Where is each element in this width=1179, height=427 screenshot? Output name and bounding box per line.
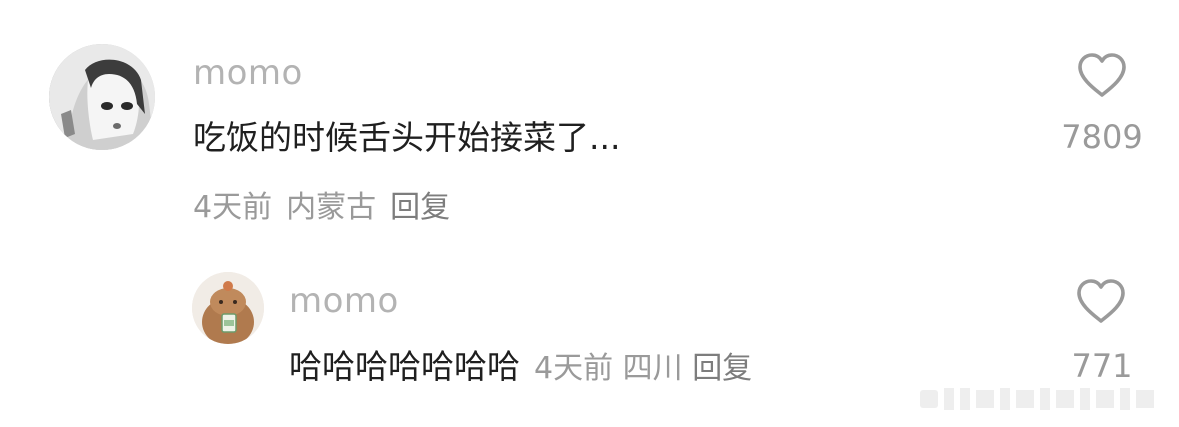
reply-time: 4天前 [534,351,614,386]
reply-button[interactable]: 回复 [692,351,752,386]
like-count: 771 [1071,347,1133,385]
comment-username[interactable]: momo [193,53,303,93]
avatar[interactable] [49,44,155,150]
watermark [920,384,1170,414]
comment-text: 吃饭的时候舌头开始接菜了... [193,118,621,157]
like-button[interactable] [1075,278,1127,324]
comment-location: 内蒙古 [286,190,377,225]
comment-time: 4天前 [193,190,273,225]
reply-text-row: 哈哈哈哈哈哈哈 4天前 四川 回复 [289,347,752,389]
reply-location: 四川 [622,351,683,386]
avatar-icon [192,272,264,344]
like-button[interactable] [1076,52,1128,98]
heart-outline-icon [1077,279,1125,323]
reply-meta: 4天前 四川 回复 [534,351,752,386]
reply-username[interactable]: momo [289,281,399,321]
reply-text: 哈哈哈哈哈哈哈 [289,347,520,386]
heart-outline-icon [1078,53,1126,97]
avatar-icon [49,44,155,150]
comment-thread: momo 吃饭的时候舌头开始接菜了... 4天前 内蒙古 回复 7809 momo … [0,0,1179,427]
reply-button[interactable]: 回复 [390,190,450,225]
comment-meta: 4天前 内蒙古 回复 [193,190,464,226]
avatar[interactable] [192,272,264,344]
like-count: 7809 [1061,118,1143,156]
